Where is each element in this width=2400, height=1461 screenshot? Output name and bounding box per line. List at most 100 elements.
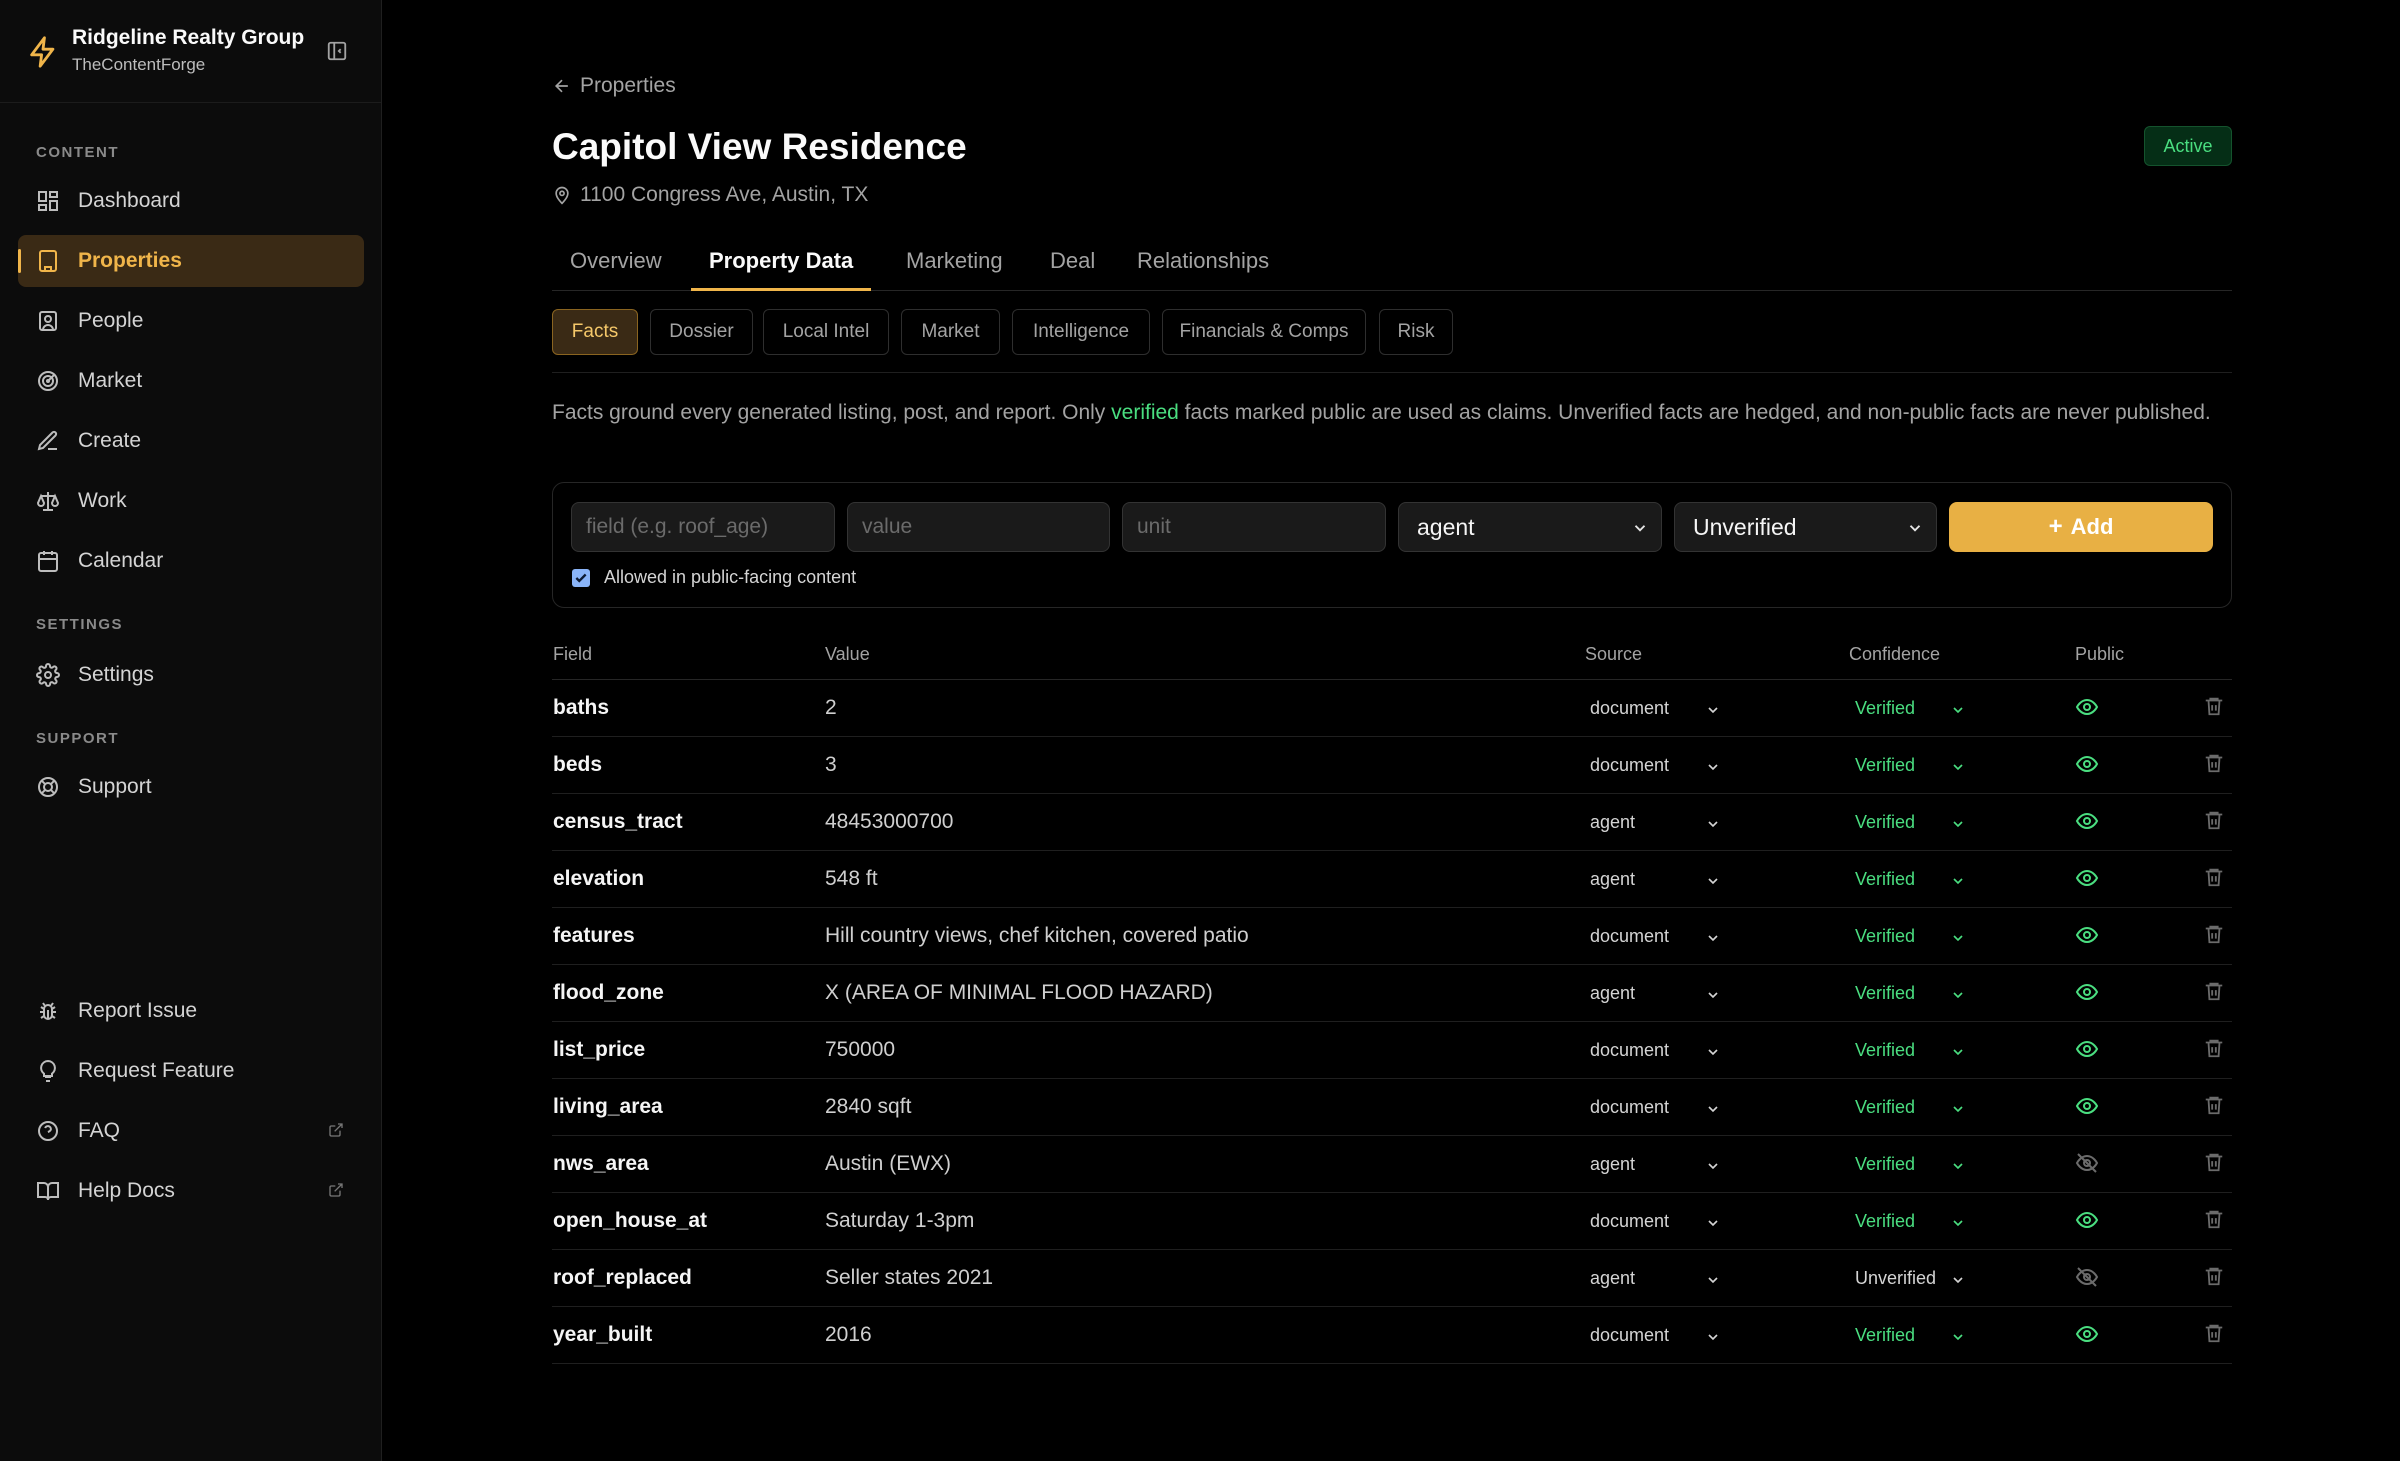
sidebar-item-dashboard[interactable]: Dashboard — [18, 175, 364, 227]
source-dropdown[interactable]: document — [1581, 692, 1727, 724]
subtab-local-intel[interactable]: Local Intel — [763, 309, 889, 355]
fact-value[interactable]: Seller states 2021 — [825, 1266, 993, 1290]
fact-value[interactable]: Saturday 1-3pm — [825, 1209, 974, 1233]
source-dropdown[interactable]: document — [1581, 1034, 1727, 1066]
source-dropdown[interactable]: document — [1581, 1319, 1727, 1351]
confidence-dropdown[interactable]: Verified — [1846, 1034, 1972, 1066]
tab-marketing[interactable]: Marketing — [888, 248, 1021, 291]
confidence-dropdown[interactable]: Verified — [1846, 749, 1972, 781]
fact-value[interactable]: 2 — [825, 696, 837, 720]
subtab-financials-comps[interactable]: Financials & Comps — [1162, 309, 1366, 355]
sidebar-item-work[interactable]: Work — [18, 475, 364, 527]
trash-icon[interactable] — [2203, 922, 2225, 946]
public-checkbox-row[interactable]: Allowed in public-facing content — [572, 567, 856, 588]
value-input[interactable]: value — [847, 502, 1110, 552]
source-dropdown[interactable]: document — [1581, 1091, 1727, 1123]
sidebar-item-settings[interactable]: Settings — [18, 649, 364, 701]
subtab-risk[interactable]: Risk — [1379, 309, 1453, 355]
public-checkbox[interactable] — [572, 568, 590, 587]
source-dropdown[interactable]: agent — [1581, 863, 1727, 895]
eye-icon[interactable] — [2075, 695, 2099, 719]
fact-value[interactable]: 2016 — [825, 1323, 872, 1347]
field-input[interactable]: field (e.g. roof_age) — [571, 502, 835, 552]
back-link[interactable]: Properties — [552, 74, 676, 98]
trash-icon[interactable] — [2203, 865, 2225, 889]
add-fact-button[interactable]: + Add — [1949, 502, 2213, 552]
confidence-dropdown[interactable]: Verified — [1846, 863, 1972, 895]
eye-off-icon[interactable] — [2075, 1151, 2099, 1175]
fact-field: features — [553, 924, 635, 947]
subtab-market[interactable]: Market — [901, 309, 1000, 355]
confidence-dropdown[interactable]: Verified — [1846, 1205, 1972, 1237]
sidebar-item-faq[interactable]: FAQ — [18, 1105, 364, 1157]
fact-value[interactable]: 2840 sqft — [825, 1095, 911, 1119]
source-dropdown[interactable]: agent — [1581, 806, 1727, 838]
trash-icon[interactable] — [2203, 808, 2225, 832]
eye-icon[interactable] — [2075, 752, 2099, 776]
sidebar-item-people[interactable]: People — [18, 295, 364, 347]
trash-icon[interactable] — [2203, 751, 2225, 775]
sidebar-toggle-icon[interactable] — [326, 40, 348, 62]
eye-icon[interactable] — [2075, 1208, 2099, 1232]
eye-icon[interactable] — [2075, 809, 2099, 833]
unit-input[interactable]: unit — [1122, 502, 1386, 552]
trash-icon[interactable] — [2203, 1036, 2225, 1060]
trash-icon[interactable] — [2203, 979, 2225, 1003]
confidence-dropdown[interactable]: Verified — [1846, 1091, 1972, 1123]
fact-value[interactable]: X (AREA OF MINIMAL FLOOD HAZARD) — [825, 981, 1213, 1005]
tab-deal[interactable]: Deal — [1032, 248, 1113, 291]
confidence-dropdown[interactable]: Verified — [1846, 1148, 1972, 1180]
trash-icon[interactable] — [2203, 694, 2225, 718]
eye-icon[interactable] — [2075, 1094, 2099, 1118]
chevron-down-icon — [1953, 992, 1963, 999]
source-dropdown[interactable]: document — [1581, 920, 1727, 952]
sidebar-item-create[interactable]: Create — [18, 415, 364, 467]
source-select[interactable]: agent — [1398, 502, 1662, 552]
subtab-intelligence[interactable]: Intelligence — [1012, 309, 1150, 355]
sidebar-item-report-issue[interactable]: Report Issue — [18, 985, 364, 1037]
eye-off-icon[interactable] — [2075, 1265, 2099, 1289]
fact-value[interactable]: Hill country views, chef kitchen, covere… — [825, 924, 1249, 948]
sidebar-item-request-feature[interactable]: Request Feature — [18, 1045, 364, 1097]
confidence-dropdown[interactable]: Verified — [1846, 920, 1972, 952]
sidebar-item-market[interactable]: Market — [18, 355, 364, 407]
tab-overview[interactable]: Overview — [552, 248, 680, 291]
confidence-dropdown[interactable]: Verified — [1846, 692, 1972, 724]
eye-icon[interactable] — [2075, 1037, 2099, 1061]
chevron-down-icon — [1708, 1049, 1718, 1056]
source-dropdown[interactable]: document — [1581, 1205, 1727, 1237]
chevron-down-icon — [1953, 821, 1963, 828]
trash-icon[interactable] — [2203, 1264, 2225, 1288]
trash-icon[interactable] — [2203, 1207, 2225, 1231]
source-dropdown[interactable]: agent — [1581, 1148, 1727, 1180]
confidence-value: Verified — [1855, 754, 1916, 775]
sidebar-item-calendar[interactable]: Calendar — [18, 535, 364, 587]
confidence-dropdown[interactable]: Verified — [1846, 1319, 1972, 1351]
eye-icon[interactable] — [2075, 866, 2099, 890]
fact-value[interactable]: 750000 — [825, 1038, 895, 1062]
source-dropdown[interactable]: agent — [1581, 977, 1727, 1009]
source-dropdown[interactable]: document — [1581, 749, 1727, 781]
sidebar-item-properties[interactable]: Properties — [18, 235, 364, 287]
tab-relationships[interactable]: Relationships — [1119, 248, 1287, 291]
fact-value[interactable]: 48453000700 — [825, 810, 953, 834]
subtab-facts[interactable]: Facts — [552, 309, 638, 355]
subtab-dossier[interactable]: Dossier — [650, 309, 753, 355]
trash-icon[interactable] — [2203, 1150, 2225, 1174]
confidence-dropdown[interactable]: Unverified — [1846, 1262, 1972, 1294]
confidence-select[interactable]: Unverified — [1674, 502, 1937, 552]
sidebar-item-support[interactable]: Support — [18, 761, 364, 813]
confidence-dropdown[interactable]: Verified — [1846, 977, 1972, 1009]
trash-icon[interactable] — [2203, 1321, 2225, 1345]
eye-icon[interactable] — [2075, 980, 2099, 1004]
trash-icon[interactable] — [2203, 1093, 2225, 1117]
source-dropdown[interactable]: agent — [1581, 1262, 1727, 1294]
eye-icon[interactable] — [2075, 1322, 2099, 1346]
fact-value[interactable]: Austin (EWX) — [825, 1152, 951, 1176]
confidence-dropdown[interactable]: Verified — [1846, 806, 1972, 838]
eye-icon[interactable] — [2075, 923, 2099, 947]
fact-value[interactable]: 548 ft — [825, 867, 878, 891]
sidebar-item-help-docs[interactable]: Help Docs — [18, 1165, 364, 1217]
fact-value[interactable]: 3 — [825, 753, 837, 777]
tab-property-data[interactable]: Property Data — [691, 248, 872, 291]
